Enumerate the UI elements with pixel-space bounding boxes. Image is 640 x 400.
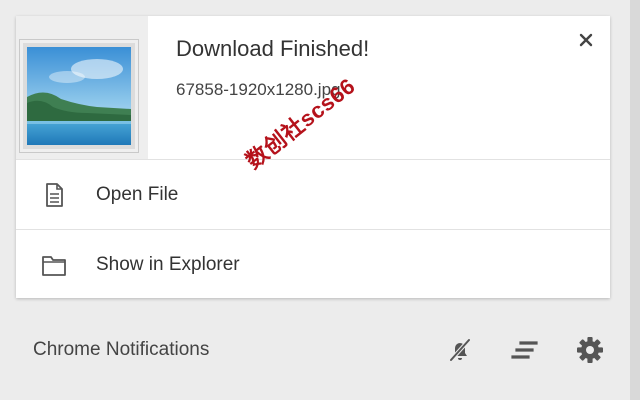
show-in-explorer-label: Show in Explorer [96, 254, 240, 275]
open-file-button[interactable]: Open File [16, 160, 610, 229]
notification-header[interactable]: Download Finished! 67858-1920x1280.jpg [16, 16, 610, 159]
notification-center-footer: Chrome Notifications [0, 314, 630, 400]
show-in-explorer-button[interactable]: Show in Explorer [16, 230, 610, 299]
folder-icon [41, 252, 67, 278]
thumbnail-area [16, 16, 148, 159]
notification-center-title: Chrome Notifications [33, 339, 210, 360]
notification-card: Download Finished! 67858-1920x1280.jpg O… [16, 16, 610, 298]
notification-title: Download Finished! [176, 36, 370, 61]
window-edge [630, 0, 640, 400]
close-icon[interactable] [576, 30, 596, 50]
clear-all-icon[interactable] [511, 336, 539, 364]
open-file-label: Open File [96, 184, 179, 205]
file-icon [41, 182, 67, 208]
image-thumbnail [19, 39, 139, 153]
settings-gear-icon[interactable] [576, 336, 604, 364]
do-not-disturb-icon[interactable] [446, 336, 474, 364]
